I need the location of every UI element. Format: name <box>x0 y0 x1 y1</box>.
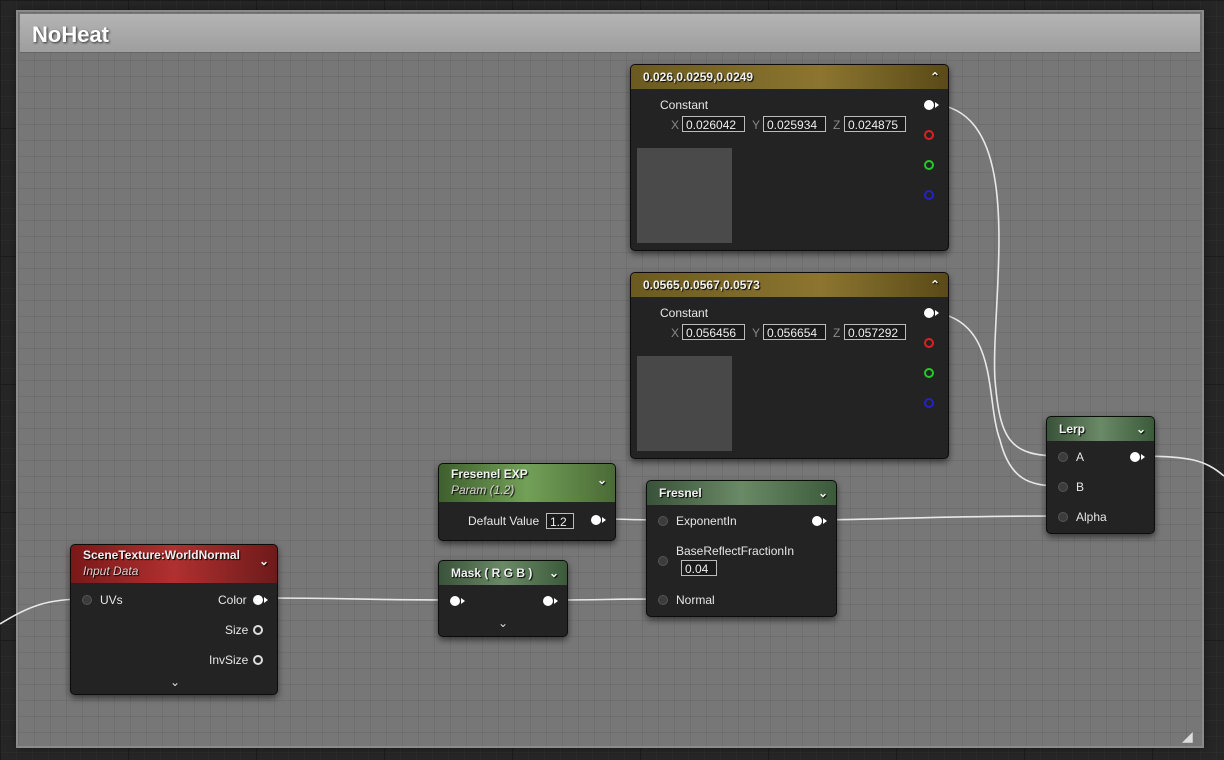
fresnel-exp-header[interactable]: Fresenel EXP Param (1.2) ⌄ <box>439 464 615 502</box>
color-label: Color <box>218 593 247 607</box>
output-pin-r[interactable] <box>924 130 934 140</box>
output-pin-rgb[interactable] <box>924 308 934 318</box>
x-value-field[interactable]: 0.026042 <box>682 116 745 132</box>
pin-arrow-icon <box>602 517 606 523</box>
output-pin-b[interactable] <box>924 398 934 408</box>
input-pin-a[interactable] <box>1058 452 1068 462</box>
input-pin-b[interactable] <box>1058 482 1068 492</box>
lerp-node-title: Lerp <box>1059 422 1086 436</box>
color-preview-swatch <box>637 148 732 243</box>
fresnel-node-header[interactable]: Fresnel ⌄ <box>647 481 836 505</box>
constant-node-2-header[interactable]: 0.0565,0.0567,0.0573 ⌃ <box>631 273 948 297</box>
output-pin-b[interactable] <box>924 190 934 200</box>
comment-title: NoHeat <box>32 22 110 47</box>
input-pin-base-reflect[interactable] <box>658 556 668 566</box>
y-value-field[interactable]: 0.025934 <box>763 116 826 132</box>
size-label: Size <box>225 623 249 637</box>
output-pin-size[interactable] <box>253 625 263 635</box>
chevron-down-icon[interactable]: ⌄ <box>818 481 828 505</box>
y-axis-label: Y <box>752 118 761 132</box>
chevron-down-icon[interactable]: ⌄ <box>549 561 559 585</box>
output-pin[interactable] <box>812 516 822 526</box>
constant-label: Constant <box>660 306 709 320</box>
output-pin[interactable] <box>543 596 553 606</box>
pin-arrow-icon <box>823 518 827 524</box>
z-axis-label: Z <box>833 118 841 132</box>
chevron-down-icon[interactable]: ⌄ <box>597 472 607 488</box>
pin-arrow-icon <box>935 310 939 316</box>
pin-arrow-icon <box>461 598 465 604</box>
input-pin-exponent[interactable] <box>658 516 668 526</box>
scene-texture-subtitle: Input Data <box>83 564 139 578</box>
input-label-alpha: Alpha <box>1076 510 1107 524</box>
input-pin-uvs[interactable] <box>82 595 92 605</box>
invsize-label: InvSize <box>209 653 249 667</box>
output-pin-invsize[interactable] <box>253 655 263 665</box>
input-pin-alpha[interactable] <box>1058 512 1068 522</box>
chevron-up-icon[interactable]: ⌃ <box>930 65 940 89</box>
scene-texture-title: SceneTexture:WorldNormal <box>83 548 240 562</box>
y-axis-label: Y <box>752 326 761 340</box>
pin-arrow-icon <box>554 598 558 604</box>
input-pin[interactable] <box>450 596 460 606</box>
resize-grip-icon[interactable]: ◢ <box>1182 728 1198 744</box>
scene-texture-node[interactable]: SceneTexture:WorldNormal Input Data ⌄ UV… <box>70 544 278 695</box>
base-reflect-label: BaseReflectFractionIn <box>676 544 795 558</box>
default-value-field[interactable]: 1.2 <box>546 513 574 529</box>
fresnel-exp-title: Fresenel EXP <box>451 467 528 481</box>
constant-node-1-title: 0.026,0.0259,0.0249 <box>643 70 754 84</box>
fresnel-exp-param-node[interactable]: Fresenel EXP Param (1.2) ⌄ Default Value… <box>438 463 616 541</box>
chevron-down-icon[interactable]: ⌄ <box>259 553 269 569</box>
input-label-b: B <box>1076 480 1085 494</box>
expand-chevron-icon[interactable]: ⌄ <box>498 616 508 630</box>
pin-arrow-icon <box>935 102 939 108</box>
input-label-a: A <box>1076 450 1085 464</box>
base-reflect-field[interactable]: 0.04 <box>681 560 717 576</box>
chevron-down-icon[interactable]: ⌄ <box>1136 417 1146 441</box>
z-value-field[interactable]: 0.024875 <box>844 116 906 132</box>
fresnel-node[interactable]: Fresnel ⌄ ExponentIn BaseReflectFraction… <box>646 480 837 617</box>
constant-node-2[interactable]: 0.0565,0.0567,0.0573 ⌃ Constant X 0.0564… <box>630 272 949 459</box>
x-axis-label: X <box>671 118 680 132</box>
constant-node-2-title: 0.0565,0.0567,0.0573 <box>643 278 760 292</box>
output-pin-r[interactable] <box>924 338 934 348</box>
constant-node-1-header[interactable]: 0.026,0.0259,0.0249 ⌃ <box>631 65 948 89</box>
comment-header[interactable]: NoHeat <box>20 14 1200 53</box>
fresnel-exp-subtitle: Param (1.2) <box>451 483 515 497</box>
output-pin-g[interactable] <box>924 368 934 378</box>
z-value-field[interactable]: 0.057292 <box>844 324 906 340</box>
chevron-up-icon[interactable]: ⌃ <box>930 273 940 297</box>
y-value-field[interactable]: 0.056654 <box>763 324 826 340</box>
output-pin-rgb[interactable] <box>924 100 934 110</box>
pin-arrow-icon <box>1141 454 1145 460</box>
mask-node-title: Mask ( R G B ) <box>451 566 533 580</box>
scene-texture-header[interactable]: SceneTexture:WorldNormal Input Data ⌄ <box>71 545 277 583</box>
pin-arrow-icon <box>264 597 268 603</box>
x-value-field[interactable]: 0.056456 <box>682 324 745 340</box>
lerp-node[interactable]: Lerp ⌄ A B Alpha <box>1046 416 1155 534</box>
exponent-in-label: ExponentIn <box>676 514 737 528</box>
output-pin-g[interactable] <box>924 160 934 170</box>
uvs-label: UVs <box>100 593 123 607</box>
output-pin[interactable] <box>1130 452 1140 462</box>
lerp-node-header[interactable]: Lerp ⌄ <box>1047 417 1154 441</box>
output-pin-color[interactable] <box>253 595 263 605</box>
input-pin-normal[interactable] <box>658 595 668 605</box>
default-value-label: Default Value <box>468 514 540 528</box>
normal-label: Normal <box>676 593 715 607</box>
mask-node-header[interactable]: Mask ( R G B ) ⌄ <box>439 561 567 585</box>
fresnel-node-title: Fresnel <box>659 486 702 500</box>
output-pin[interactable] <box>591 515 601 525</box>
expand-chevron-icon[interactable]: ⌄ <box>170 675 180 689</box>
z-axis-label: Z <box>833 326 841 340</box>
x-axis-label: X <box>671 326 680 340</box>
constant-label: Constant <box>660 98 709 112</box>
color-preview-swatch <box>637 356 732 451</box>
constant-node-1[interactable]: 0.026,0.0259,0.0249 ⌃ Constant X 0.02604… <box>630 64 949 251</box>
mask-node[interactable]: Mask ( R G B ) ⌄ ⌄ <box>438 560 568 637</box>
